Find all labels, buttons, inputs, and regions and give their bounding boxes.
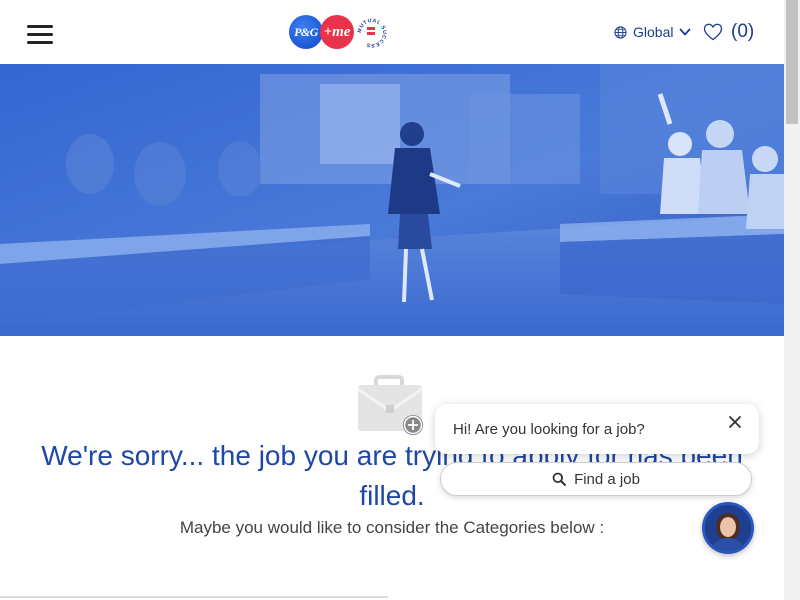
find-a-job-button[interactable]: Find a job: [440, 462, 752, 496]
chat-greeting-bubble: Hi! Are you looking for a job?: [435, 404, 759, 454]
pg-logo[interactable]: P&G +me MUTUAL SUCCESS: [289, 14, 393, 52]
logo-me-mark: +me: [320, 15, 354, 49]
site-header: P&G +me MUTUAL SUCCESS Global (0): [0, 0, 784, 64]
find-a-job-label: Find a job: [574, 470, 640, 488]
section-divider: [0, 596, 388, 598]
page: P&G +me MUTUAL SUCCESS Global (0) We're …: [0, 0, 784, 600]
favorites-count: (0): [731, 21, 755, 42]
heart-icon: [703, 23, 723, 41]
briefcase-icon: [358, 375, 423, 435]
scrollbar-thumb[interactable]: [786, 0, 798, 124]
page-scrollbar[interactable]: [784, 0, 800, 600]
favorites-button[interactable]: (0): [703, 21, 754, 43]
logo-pg-mark: P&G: [289, 15, 323, 49]
assistant-portrait: [705, 505, 751, 551]
chat-assistant-avatar[interactable]: [702, 502, 754, 554]
hamburger-menu-icon[interactable]: [27, 24, 54, 44]
globe-icon: [614, 25, 627, 39]
chevron-down-icon: [680, 28, 691, 36]
chat-greeting-text: Hi! Are you looking for a job?: [453, 421, 645, 438]
consider-categories-text: Maybe you would like to consider the Cat…: [179, 518, 605, 537]
hero-presentation-scene: [0, 64, 784, 336]
region-selector[interactable]: Global: [614, 22, 691, 42]
search-icon: [552, 472, 567, 486]
hero-banner-image: [0, 64, 784, 336]
region-label: Global: [633, 24, 674, 40]
close-icon[interactable]: [727, 414, 743, 430]
logo-equals-mark: [367, 27, 375, 37]
